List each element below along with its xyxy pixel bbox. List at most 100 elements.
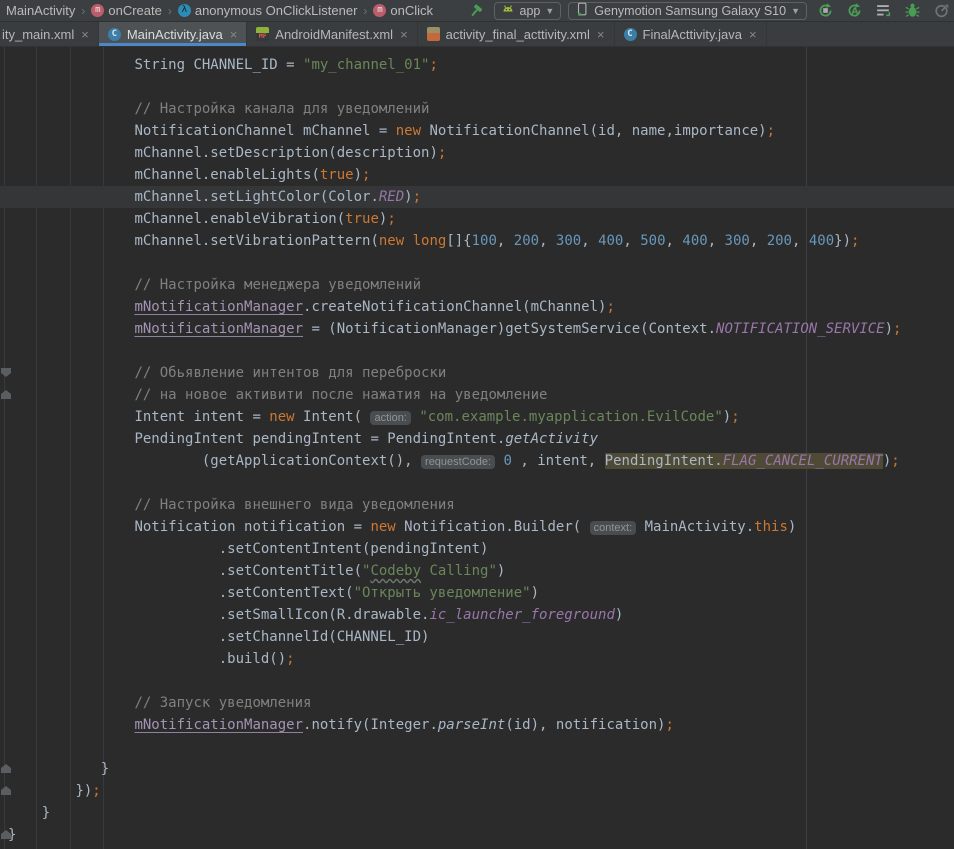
run-config-label: app	[520, 4, 541, 18]
code-line[interactable]: }	[0, 802, 954, 824]
code-line[interactable]: .setSmallIcon(R.drawable.ic_launcher_for…	[0, 604, 954, 626]
code-segment: FLAG_CANCEL_CURRENT	[723, 453, 883, 469]
close-icon[interactable]: ×	[81, 27, 89, 42]
indent	[8, 299, 134, 315]
tab-label: FinalActtivity.java	[643, 27, 742, 42]
device-label: Genymotion Samsung Galaxy S10	[594, 4, 786, 18]
code-line-current[interactable]: mChannel.setLightColor(Color.RED);	[0, 186, 954, 208]
code-line[interactable]: mChannel.setDescription(description);	[0, 142, 954, 164]
code-segment: Intent intent =	[134, 409, 269, 425]
code-line[interactable]: mNotificationManager.notify(Integer.pars…	[0, 714, 954, 736]
code-line[interactable]: mChannel.enableLights(true);	[0, 164, 954, 186]
code-segment: ;	[851, 233, 859, 249]
code-segment: 500	[640, 233, 665, 249]
code-segment: 400	[682, 233, 707, 249]
indent	[8, 629, 219, 645]
code-line[interactable]: .setContentIntent(pendingIntent)	[0, 538, 954, 560]
code-segment: 200	[514, 233, 539, 249]
code-line[interactable]: Notification notification = new Notifica…	[0, 516, 954, 538]
rerun-activity-icon[interactable]	[814, 1, 836, 21]
code-line[interactable]	[0, 472, 954, 494]
code-segment: )	[885, 321, 893, 337]
code-segment: Intent(	[295, 409, 371, 425]
code-editor[interactable]: String CHANNEL_ID = "my_channel_01"; // …	[0, 47, 954, 849]
code-line[interactable]	[0, 670, 954, 692]
navigation-bar: MainActivity›monCreate›λanonymous OnClic…	[0, 0, 954, 22]
code-segment: )	[531, 585, 539, 601]
close-icon[interactable]: ×	[749, 27, 757, 42]
code-line[interactable]: mChannel.setVibrationPattern(new long[]{…	[0, 230, 954, 252]
code-segment: // Настройка канала для уведомлений	[134, 101, 429, 117]
close-icon[interactable]: ×	[400, 27, 408, 42]
code-line[interactable]	[0, 736, 954, 758]
tab-finalacttivity-java[interactable]: CFinalActtivity.java×	[615, 22, 767, 46]
breadcrumb-item[interactable]: monClick	[373, 3, 433, 18]
code-line[interactable]: NotificationChannel mChannel = new Notif…	[0, 120, 954, 142]
breadcrumb-item[interactable]: monCreate	[91, 3, 161, 18]
indent	[8, 431, 134, 447]
indent	[8, 189, 134, 205]
close-icon[interactable]: ×	[597, 27, 605, 42]
code-line[interactable]	[0, 76, 954, 98]
parameter-hint: context:	[590, 521, 637, 535]
code-line[interactable]: // Настройка канала для уведомлений	[0, 98, 954, 120]
code-segment: new	[269, 409, 294, 425]
run-config-selector[interactable]: app ▼	[494, 2, 562, 20]
code-line[interactable]: // Настройка менеджера уведомлений	[0, 274, 954, 296]
profiler-icon[interactable]	[930, 1, 952, 21]
code-line[interactable]: .setContentText("Открыть уведомление")	[0, 582, 954, 604]
code-line[interactable]: .setChannelId(CHANNEL_ID)	[0, 626, 954, 648]
breadcrumb-label: MainActivity	[6, 3, 75, 18]
code-segment: )	[497, 563, 505, 579]
breadcrumb: MainActivity›monCreate›λanonymous OnClic…	[0, 3, 433, 18]
code-segment: // Обьявление интентов для переброски	[134, 365, 446, 381]
code-segment: )	[615, 607, 623, 623]
code-line[interactable]: // на новое активити после нажатия на ув…	[0, 384, 954, 406]
code-line[interactable]: mNotificationManager.createNotificationC…	[0, 296, 954, 318]
tab-label: activity_final_acttivity.xml	[446, 27, 590, 42]
code-line[interactable]: mChannel.enableVibration(true);	[0, 208, 954, 230]
tab-label: MainActivity.java	[127, 27, 223, 42]
code-line[interactable]: });	[0, 780, 954, 802]
breadcrumb-item[interactable]: MainActivity	[6, 3, 75, 18]
code-segment: // Настройка внешнего вида уведомления	[134, 497, 454, 513]
chevron-down-icon: ▼	[545, 6, 554, 16]
tab-activity_final_acttivity-xml[interactable]: activity_final_acttivity.xml ×	[418, 22, 615, 46]
code-segment: getActivity	[505, 431, 598, 447]
code-segment: new long	[379, 233, 446, 249]
tab-androidmanifest-xml[interactable]: MFAndroidManifest.xml×	[247, 22, 417, 46]
indent	[8, 695, 134, 711]
code-line[interactable]: // Настройка внешнего вида уведомления	[0, 494, 954, 516]
code-line[interactable]	[0, 340, 954, 362]
code-segment: = (NotificationManager)getSystemService(…	[303, 321, 716, 337]
device-selector[interactable]: Genymotion Samsung Galaxy S10 ▼	[568, 2, 807, 20]
code-line[interactable]: Intent intent = new Intent( action: "com…	[0, 406, 954, 428]
close-icon[interactable]: ×	[230, 27, 238, 42]
code-segment: NotificationChannel(id, name,importance)	[421, 123, 767, 139]
apply-code-changes-icon[interactable]: A	[843, 1, 865, 21]
debug-icon[interactable]	[901, 1, 923, 21]
code-line[interactable]	[0, 252, 954, 274]
code-segment: 200	[767, 233, 792, 249]
code-line[interactable]: }	[0, 824, 954, 846]
breadcrumb-label: onClick	[390, 3, 433, 18]
code-line[interactable]: // Обьявление интентов для переброски	[0, 362, 954, 384]
tab-ity_main-xml[interactable]: ity_main.xml×	[0, 22, 99, 46]
build-hammer-icon[interactable]	[465, 1, 487, 21]
code-line[interactable]: String CHANNEL_ID = "my_channel_01";	[0, 54, 954, 76]
breadcrumb-item[interactable]: λanonymous OnClickListener	[178, 3, 358, 18]
code-area[interactable]: String CHANNEL_ID = "my_channel_01"; // …	[0, 47, 954, 846]
code-line[interactable]: mNotificationManager = (NotificationMana…	[0, 318, 954, 340]
indent	[8, 123, 134, 139]
code-line[interactable]: PendingIntent pendingIntent = PendingInt…	[0, 428, 954, 450]
code-line[interactable]: .build();	[0, 648, 954, 670]
code-segment: new	[396, 123, 421, 139]
code-segment: })	[75, 783, 92, 799]
run-tasks-icon[interactable]	[872, 1, 894, 21]
tab-mainactivity-java[interactable]: CMainActivity.java×	[99, 22, 247, 46]
code-line[interactable]: .setContentTitle("Codeby Calling")	[0, 560, 954, 582]
indent	[8, 519, 134, 535]
code-line[interactable]: (getApplicationContext(), requestCode: 0…	[0, 450, 954, 472]
code-line[interactable]: }	[0, 758, 954, 780]
code-line[interactable]: // Запуск уведомления	[0, 692, 954, 714]
